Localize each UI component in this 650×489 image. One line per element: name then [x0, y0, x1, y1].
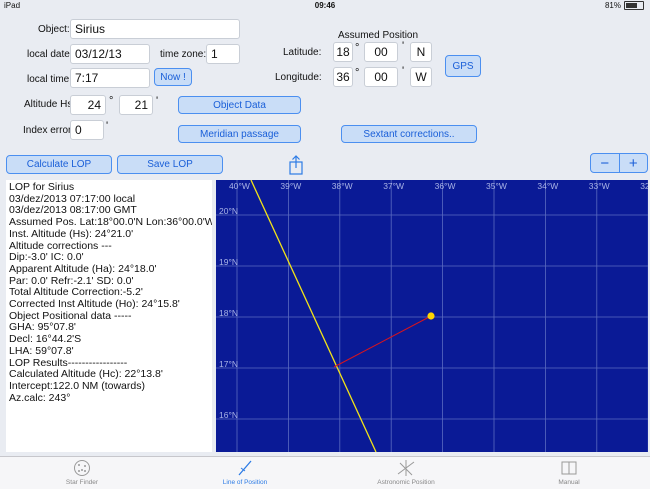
altitude-label: Altitude Hs:: [24, 99, 76, 110]
battery-percent: 81%: [604, 1, 621, 10]
result-line: Inst. Altitude (Hs): 24°21.0': [9, 227, 134, 240]
astronomic-position-icon: [397, 460, 415, 476]
line-of-position: [250, 180, 377, 452]
longitude-degrees-field[interactable]: 36: [333, 67, 353, 87]
share-icon[interactable]: [287, 155, 305, 175]
object-label: Object:: [38, 24, 70, 35]
tab-manual-label: Manual: [558, 479, 580, 486]
result-line: Apparent Altitude (Ha): 24°18.0': [9, 262, 157, 275]
longitude-tick-label: 40°W: [229, 181, 250, 191]
tab-line-of-position[interactable]: Line of Position: [205, 457, 285, 489]
longitude-tick-label: 39°W: [280, 181, 301, 191]
time-zone-label: time zone:: [160, 49, 207, 60]
assumed-position-marker: [427, 312, 435, 320]
longitude-minute-symbol: ': [402, 65, 405, 77]
longitude-tick-label: 38°W: [332, 181, 353, 191]
longitude-degree-symbol: °: [355, 67, 360, 79]
longitude-tick-label: 35°W: [486, 181, 507, 191]
altitude-minute-symbol: ': [156, 95, 159, 107]
latitude-minute-symbol: ': [402, 40, 405, 52]
save-lop-button[interactable]: Save LOP: [117, 155, 223, 174]
latitude-tick-label: 20°N: [219, 206, 238, 216]
latitude-tick-label: 16°N: [219, 410, 238, 420]
result-line: Intercept:122.0 NM (towards): [9, 379, 145, 392]
clock: 09:46: [314, 1, 336, 10]
local-time-label: local time:: [27, 74, 73, 85]
zoom-out-button[interactable]: −: [591, 154, 619, 172]
gps-button[interactable]: GPS: [445, 55, 481, 77]
zoom-control: − +: [590, 153, 648, 173]
latitude-label: Latitude:: [283, 47, 322, 58]
latitude-tick-label: 19°N: [219, 257, 238, 267]
latitude-hemisphere-field[interactable]: N: [410, 42, 432, 62]
latitude-degrees-field[interactable]: 18: [333, 42, 353, 62]
index-error-field[interactable]: 0: [70, 120, 104, 140]
latitude-degree-symbol: °: [355, 42, 360, 54]
longitude-hemisphere-field[interactable]: W: [410, 67, 432, 87]
tab-line-of-position-label: Line of Position: [222, 479, 268, 486]
longitude-tick-label: 33°W: [589, 181, 610, 191]
calculate-lop-button[interactable]: Calculate LOP: [6, 155, 112, 174]
longitude-tick-label: 32°: [640, 181, 648, 191]
intercept-line: [333, 315, 432, 368]
altitude-degrees-field[interactable]: 24: [70, 95, 106, 115]
now-button[interactable]: Now !: [154, 68, 192, 86]
longitude-minutes-field[interactable]: 00: [364, 67, 398, 87]
zoom-in-button[interactable]: +: [620, 154, 648, 172]
book-icon: [561, 461, 577, 475]
longitude-tick-label: 37°W: [383, 181, 404, 191]
lop-map[interactable]: 40°W 39°W 38°W 37°W 36°W 35°W 34°W 33°W 32° 20°N 1…: [216, 180, 648, 452]
status-bar: iPad 09:46 81%: [0, 0, 650, 12]
tab-astronomic-position-label: Astronomic Position: [377, 479, 435, 486]
tab-manual[interactable]: Manual: [529, 457, 609, 489]
local-date-field[interactable]: 03/12/13: [70, 44, 150, 64]
result-line: Az.calc: 243°: [9, 391, 71, 404]
tab-star-finder-label: Star Finder: [65, 479, 99, 486]
index-error-minute-symbol: ': [106, 120, 109, 132]
result-line: Corrected Inst Altitude (Ho): 24°15.8': [9, 298, 180, 311]
line-of-position-icon: [238, 460, 252, 476]
latitude-tick-label: 18°N: [219, 308, 238, 318]
tab-bar: Star Finder Line of Position Astronomic …: [0, 456, 650, 489]
object-field[interactable]: Sirius: [70, 19, 240, 39]
lop-map-canvas[interactable]: 40°W 39°W 38°W 37°W 36°W 35°W 34°W 33°W 32° 20°N 1…: [216, 180, 648, 452]
object-data-button[interactable]: Object Data: [178, 96, 301, 114]
tab-astronomic-position[interactable]: Astronomic Position: [366, 457, 446, 489]
star-finder-icon: [74, 460, 90, 476]
battery-icon: [624, 1, 644, 10]
time-zone-field[interactable]: 1: [206, 44, 240, 64]
latitude-tick-label: 17°N: [219, 359, 238, 369]
local-date-label: local date:: [27, 49, 73, 60]
sextant-corrections-button[interactable]: Sextant corrections..: [341, 125, 477, 143]
longitude-label: Longitude:: [275, 72, 322, 83]
assumed-position-title: Assumed Position: [338, 30, 419, 41]
index-error-label: Index error:: [23, 125, 75, 136]
result-line: LHA: 59°07.8': [9, 344, 74, 357]
meridian-passage-button[interactable]: Meridian passage: [178, 125, 301, 143]
longitude-tick-label: 34°W: [537, 181, 558, 191]
lop-results-panel: LOP for Sirius 03/dez/2013 07:17:00 local…: [6, 180, 212, 452]
battery-indicator: 81%: [605, 1, 644, 10]
latitude-minutes-field[interactable]: 00: [364, 42, 398, 62]
result-line: LOP for Sirius: [9, 181, 75, 193]
altitude-minutes-field[interactable]: 21: [119, 95, 153, 115]
altitude-degree-symbol: °: [109, 95, 114, 107]
local-time-field[interactable]: 7:17: [70, 68, 150, 88]
tab-star-finder[interactable]: Star Finder: [42, 457, 122, 489]
longitude-tick-label: 36°W: [435, 181, 456, 191]
